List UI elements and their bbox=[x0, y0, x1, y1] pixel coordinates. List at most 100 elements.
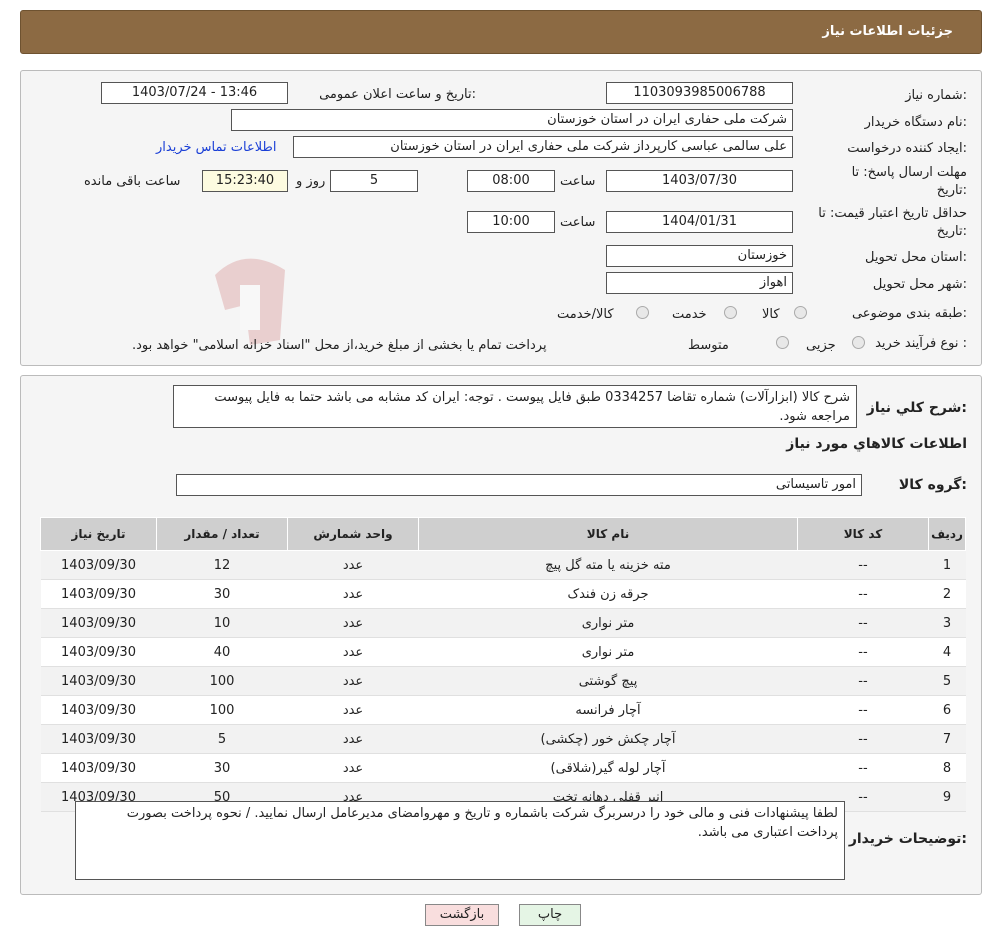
col-date: تاریخ نیاز bbox=[40, 517, 157, 551]
cell-name: پیچ گوشتی bbox=[418, 666, 798, 696]
cell-qty: 5 bbox=[156, 724, 288, 754]
city-field: اهواز bbox=[606, 272, 793, 294]
print-button[interactable]: چاپ bbox=[519, 904, 581, 926]
cell-unit: عدد bbox=[287, 637, 419, 667]
process-option-minor: جزیی bbox=[806, 338, 836, 353]
col-name: نام کالا bbox=[418, 517, 798, 551]
cell-code: -- bbox=[797, 666, 929, 696]
category-option-both: کالا/خدمت bbox=[557, 307, 614, 322]
cell-unit: عدد bbox=[287, 724, 419, 754]
remaining-time-field: 15:23:40 bbox=[202, 170, 288, 192]
cell-row: 9 bbox=[928, 782, 966, 812]
cell-unit: عدد bbox=[287, 695, 419, 725]
table-row: 8 -- آچار لوله گیر(شلاقی) عدد 30 1403/09/30 bbox=[40, 753, 966, 783]
items-title: اطلاعات کالاهاي مورد نياز bbox=[786, 436, 967, 452]
cell-code: -- bbox=[797, 579, 929, 609]
process-note: پرداخت تمام یا بخشی از مبلغ خرید،از محل … bbox=[132, 338, 547, 353]
table-row: 5 -- پیچ گوشتی عدد 100 1403/09/30 bbox=[40, 666, 966, 696]
category-option-goods: کالا bbox=[762, 307, 780, 322]
page-title: جزئیات اطلاعات نیاز bbox=[822, 24, 953, 39]
table-row: 6 -- آچار فرانسه عدد 100 1403/09/30 bbox=[40, 695, 966, 725]
cell-name: مته خزینه یا مته گل پیچ bbox=[418, 550, 798, 580]
table-row: 1 -- مته خزینه یا مته گل پیچ عدد 12 1403/09/3… bbox=[40, 550, 966, 580]
group-label: گروه کالا: bbox=[898, 477, 967, 493]
province-label: استان محل تحویل: bbox=[865, 250, 967, 265]
cell-code: -- bbox=[797, 550, 929, 580]
back-button[interactable]: بازگشت bbox=[425, 904, 499, 926]
buyer-notes-text: لطفا پیشنهادات فنی و مالی خود را درسربرگ… bbox=[126, 806, 838, 840]
col-unit: واحد شمارش bbox=[287, 517, 419, 551]
cell-date: 1403/09/30 bbox=[40, 695, 157, 725]
items-table: ردیف کد کالا نام کالا واحد شمارش تعداد /… bbox=[40, 517, 966, 812]
cell-name: آچار فرانسه bbox=[418, 695, 798, 725]
cell-unit: عدد bbox=[287, 579, 419, 609]
remaining-label: ساعت باقی مانده bbox=[84, 174, 181, 189]
cell-row: 2 bbox=[928, 579, 966, 609]
table-row: 4 -- متر نواری عدد 40 1403/09/30 bbox=[40, 637, 966, 667]
category-radio-service[interactable] bbox=[724, 306, 737, 319]
description-text: شرح کالا (ابزارآلات) شماره تقاضا 0334257… bbox=[214, 390, 850, 424]
validity-date-field: 1404/01/31 bbox=[606, 211, 793, 233]
cell-name: متر نواری bbox=[418, 608, 798, 638]
table-row: 3 -- متر نواری عدد 10 1403/09/30 bbox=[40, 608, 966, 638]
buyer-notes-textarea: لطفا پیشنهادات فنی و مالی خود را درسربرگ… bbox=[75, 801, 845, 880]
validity-label-1: حداقل تاریخ اعتبار قیمت: تا bbox=[818, 206, 967, 221]
col-row: ردیف bbox=[928, 517, 966, 551]
days-label: روز و bbox=[296, 174, 326, 189]
cell-unit: عدد bbox=[287, 608, 419, 638]
cell-qty: 30 bbox=[156, 753, 288, 783]
cell-row: 8 bbox=[928, 753, 966, 783]
deadline-time-label: ساعت bbox=[560, 174, 596, 189]
cell-unit: عدد bbox=[287, 753, 419, 783]
cell-qty: 30 bbox=[156, 579, 288, 609]
cell-row: 4 bbox=[928, 637, 966, 667]
cell-row: 1 bbox=[928, 550, 966, 580]
cell-name: آچار لوله گیر(شلاقی) bbox=[418, 753, 798, 783]
category-radio-both[interactable] bbox=[636, 306, 649, 319]
col-qty: تعداد / مقدار bbox=[156, 517, 288, 551]
table-header-row: ردیف کد کالا نام کالا واحد شمارش تعداد /… bbox=[40, 517, 966, 551]
cell-date: 1403/09/30 bbox=[40, 637, 157, 667]
cell-qty: 10 bbox=[156, 608, 288, 638]
announce-label: تاریخ و ساعت اعلان عمومی: bbox=[319, 87, 476, 102]
buyer-org-label: نام دستگاه خریدار: bbox=[864, 115, 967, 130]
days-field: 5 bbox=[330, 170, 418, 192]
cell-date: 1403/09/30 bbox=[40, 753, 157, 783]
process-radio-minor[interactable] bbox=[852, 336, 865, 349]
cell-qty: 40 bbox=[156, 637, 288, 667]
cell-unit: عدد bbox=[287, 666, 419, 696]
cell-row: 6 bbox=[928, 695, 966, 725]
buyer-org-field: شرکت ملی حفاری ایران در استان خوزستان bbox=[231, 109, 793, 131]
cell-qty: 100 bbox=[156, 695, 288, 725]
cell-date: 1403/09/30 bbox=[40, 724, 157, 754]
process-label: نوع فرآیند خرید : bbox=[875, 336, 967, 351]
deadline-time-field: 08:00 bbox=[467, 170, 555, 192]
deadline-label-2: تاریخ: bbox=[936, 183, 967, 198]
col-code: کد کالا bbox=[797, 517, 929, 551]
cell-row: 7 bbox=[928, 724, 966, 754]
cell-date: 1403/09/30 bbox=[40, 550, 157, 580]
category-radio-goods[interactable] bbox=[794, 306, 807, 319]
creator-field: علی سالمی عباسی کارپرداز شرکت ملی حفاری … bbox=[293, 136, 793, 158]
cell-qty: 12 bbox=[156, 550, 288, 580]
cell-code: -- bbox=[797, 753, 929, 783]
contact-link[interactable]: اطلاعات تماس خریدار bbox=[156, 140, 276, 155]
process-option-medium: متوسط bbox=[688, 338, 729, 353]
validity-time-label: ساعت bbox=[560, 215, 596, 230]
page-header: جزئیات اطلاعات نیاز bbox=[20, 10, 982, 54]
validity-time-field: 10:00 bbox=[467, 211, 555, 233]
deadline-date-field: 1403/07/30 bbox=[606, 170, 793, 192]
announce-field: 1403/07/24 - 13:46 bbox=[101, 82, 288, 104]
city-label: شهر محل تحویل: bbox=[872, 277, 967, 292]
cell-name: آچار چکش خور (چکشی) bbox=[418, 724, 798, 754]
need-number-label: شماره نیاز: bbox=[905, 88, 967, 103]
cell-code: -- bbox=[797, 724, 929, 754]
cell-row: 3 bbox=[928, 608, 966, 638]
creator-label: ایجاد کننده درخواست: bbox=[847, 141, 967, 156]
cell-date: 1403/09/30 bbox=[40, 579, 157, 609]
process-radio-medium[interactable] bbox=[776, 336, 789, 349]
validity-label-2: تاریخ: bbox=[936, 224, 967, 239]
cell-date: 1403/09/30 bbox=[40, 666, 157, 696]
cell-name: متر نواری bbox=[418, 637, 798, 667]
need-number-field: 1103093985006788 bbox=[606, 82, 793, 104]
